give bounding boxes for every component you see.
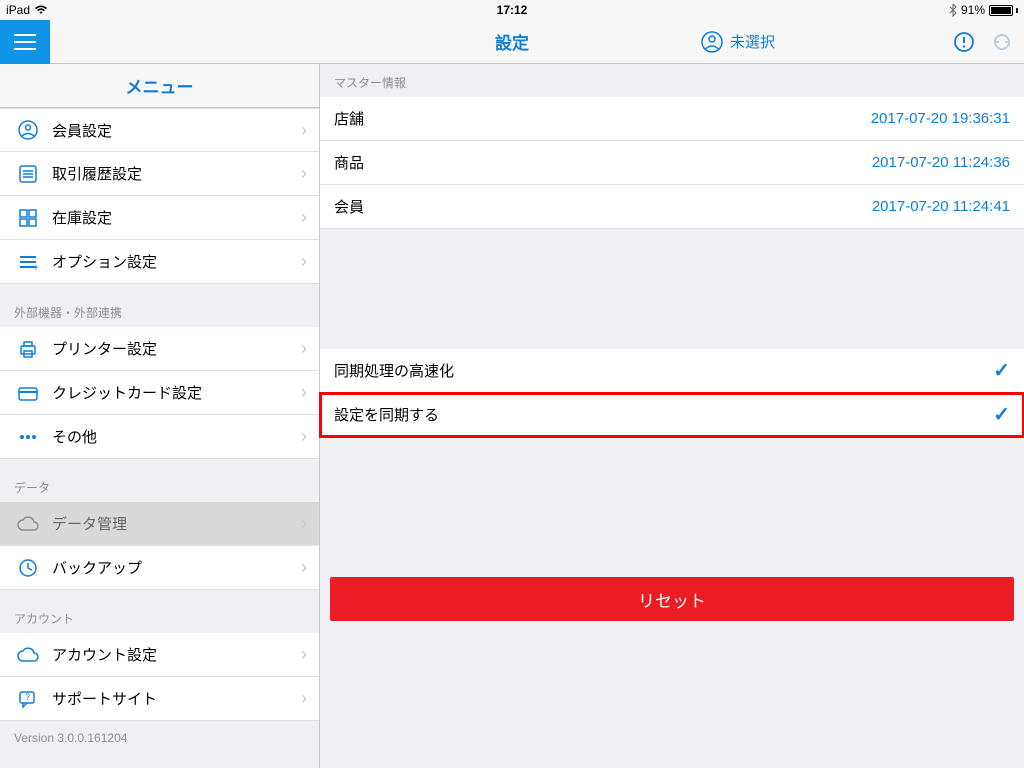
master-row-store[interactable]: 店舗 2017-07-20 19:36:31 [320,97,1024,141]
chevron-right-icon: › [301,251,307,272]
sidebar-item-label: 取引履歴設定 [52,163,142,184]
sidebar-item-support[interactable]: ? サポートサイト › [0,677,319,721]
content-pane: マスター情報 店舗 2017-07-20 19:36:31 商品 2017-07… [320,64,1024,768]
sync-row-settings[interactable]: 設定を同期する ✓ [320,393,1024,437]
chevron-right-icon: › [301,688,307,709]
sidebar-item-label: データ管理 [52,513,127,534]
sync-row-label: 同期処理の高速化 [334,360,454,381]
list-icon [14,160,42,188]
chevron-right-icon: › [301,163,307,184]
chevron-right-icon: › [301,207,307,228]
sidebar: メニュー 会員設定 › 取引履歴設定 › 在庫設定 › + オプション設定 › [0,64,320,768]
cloud-icon [14,510,42,538]
sidebar-item-account-settings[interactable]: アカウント設定 › [0,633,319,677]
grid-icon [14,204,42,232]
cloud-icon [14,641,42,669]
user-icon [700,30,724,54]
version-label: Version 3.0.0.161204 [0,721,319,755]
chevron-right-icon: › [301,644,307,665]
card-icon [14,379,42,407]
sidebar-item-label: 会員設定 [52,120,112,141]
master-row-value: 2017-07-20 11:24:41 [872,198,1010,215]
sidebar-group-header-data: データ [0,459,319,502]
options-icon: + [14,248,42,276]
master-row-label: 会員 [334,196,364,217]
chevron-right-icon: › [301,426,307,447]
sidebar-item-label: アカウント設定 [52,644,157,665]
status-bar: iPad 17:12 91% [0,0,1024,20]
chevron-right-icon: › [301,338,307,359]
reset-button[interactable]: リセット [330,577,1014,621]
chevron-right-icon: › [301,557,307,578]
sidebar-title: メニュー [0,64,319,108]
sidebar-item-label: バックアップ [52,557,142,578]
sidebar-item-label: オプション設定 [52,251,157,272]
more-icon [14,423,42,451]
chevron-right-icon: › [301,382,307,403]
sidebar-item-label: 在庫設定 [52,207,112,228]
clock: 17:12 [0,3,1024,17]
sidebar-item-backup[interactable]: バックアップ › [0,546,319,590]
master-row-product[interactable]: 商品 2017-07-20 11:24:36 [320,141,1024,185]
sidebar-item-label: プリンター設定 [52,338,157,359]
sidebar-item-transaction-history[interactable]: 取引履歴設定 › [0,152,319,196]
master-row-member[interactable]: 会員 2017-07-20 11:24:41 [320,185,1024,229]
chevron-right-icon: › [301,513,307,534]
check-icon: ✓ [993,402,1010,427]
svg-text:+: + [33,263,39,274]
sidebar-item-options[interactable]: + オプション設定 › [0,240,319,284]
user-status-label: 未選択 [730,31,775,52]
sidebar-item-inventory[interactable]: 在庫設定 › [0,196,319,240]
sidebar-group-header-external: 外部機器・外部連携 [0,284,319,327]
master-row-value: 2017-07-20 19:36:31 [871,110,1010,127]
alert-button[interactable] [952,30,976,54]
master-row-label: 商品 [334,152,364,173]
sidebar-group-header-account: アカウント [0,590,319,633]
sync-row-label: 設定を同期する [334,404,439,425]
user-icon [14,116,42,144]
chat-help-icon: ? [14,685,42,713]
printer-icon [14,335,42,363]
refresh-button[interactable] [990,30,1014,54]
user-select[interactable]: 未選択 [700,30,775,54]
sidebar-item-creditcard[interactable]: クレジットカード設定 › [0,371,319,415]
sidebar-item-printer[interactable]: プリンター設定 › [0,327,319,371]
nav-bar: 設定 未選択 [0,20,1024,64]
master-row-label: 店舗 [334,108,364,129]
sidebar-item-member-settings[interactable]: 会員設定 › [0,108,319,152]
sidebar-item-label: その他 [52,426,97,447]
sidebar-item-label: サポートサイト [52,688,157,709]
page-title: 設定 [0,29,1024,54]
sidebar-item-label: クレジットカード設定 [52,382,202,403]
check-icon: ✓ [993,358,1010,383]
reset-button-label: リセット [638,587,706,612]
sidebar-item-other[interactable]: その他 › [0,415,319,459]
sidebar-item-data-management[interactable]: データ管理 › [0,502,319,546]
clock-icon [14,554,42,582]
chevron-right-icon: › [301,120,307,141]
sync-row-fast[interactable]: 同期処理の高速化 ✓ [320,349,1024,393]
master-row-value: 2017-07-20 11:24:36 [872,154,1010,171]
section-header-master: マスター情報 [320,64,1024,97]
svg-text:?: ? [25,692,30,702]
